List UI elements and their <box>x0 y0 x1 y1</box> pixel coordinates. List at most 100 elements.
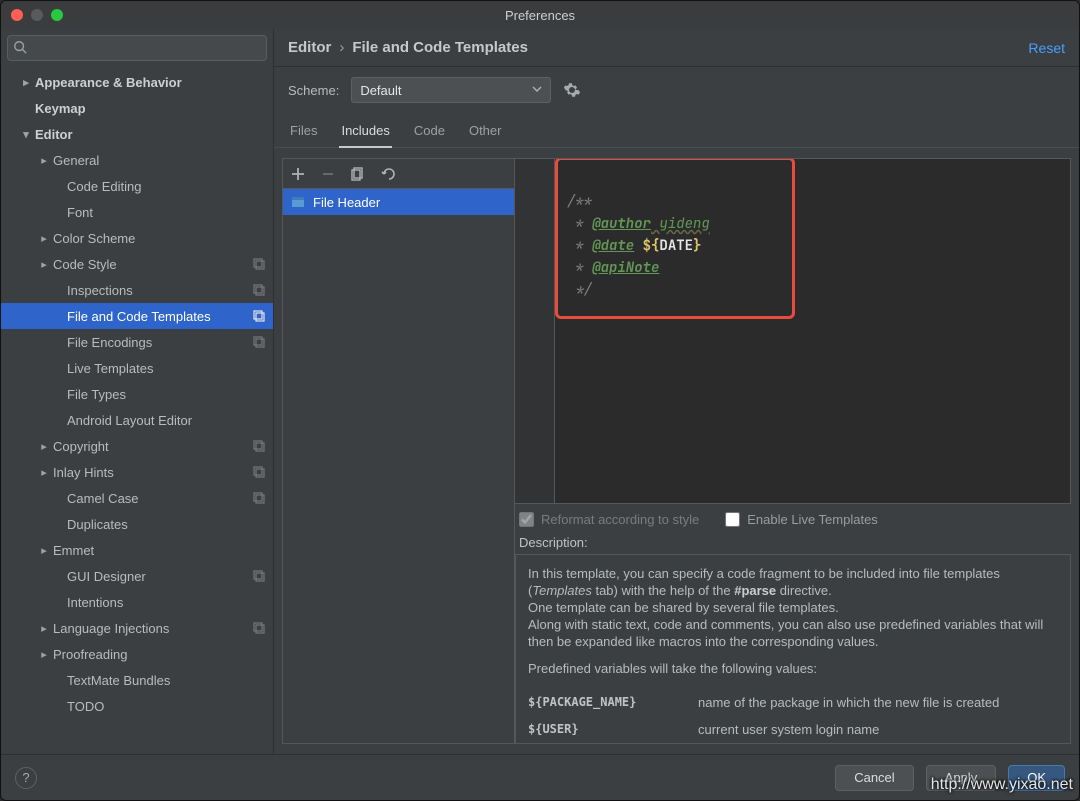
enable-live-checkbox[interactable]: Enable Live Templates <box>725 512 878 527</box>
sidebar-item-android-layout-editor[interactable]: Android Layout Editor <box>1 407 273 433</box>
scheme-indicator-icon <box>253 336 265 348</box>
description-label: Description: <box>515 535 1071 554</box>
search-icon <box>13 40 27 54</box>
sidebar-item-todo[interactable]: TODO <box>1 693 273 719</box>
scheme-value: Default <box>360 83 401 98</box>
sidebar-item-duplicates[interactable]: Duplicates <box>1 511 273 537</box>
enable-live-label: Enable Live Templates <box>747 512 878 527</box>
sidebar-item-inlay-hints[interactable]: ▸Inlay Hints <box>1 459 273 485</box>
settings-tree[interactable]: ▸Appearance & BehaviorKeymap▾Editor▸Gene… <box>1 65 273 754</box>
sidebar-item-gui-designer[interactable]: GUI Designer <box>1 563 273 589</box>
scheme-indicator-icon <box>253 570 265 582</box>
titlebar: Preferences <box>1 1 1079 29</box>
sidebar-item-label: Emmet <box>53 543 273 558</box>
editor-gutter <box>515 159 555 503</box>
sidebar-item-label: TODO <box>67 699 273 714</box>
sidebar-item-label: Live Templates <box>67 361 273 376</box>
sidebar-item-label: Editor <box>35 127 273 142</box>
sidebar-item-emmet[interactable]: ▸Emmet <box>1 537 273 563</box>
sidebar-item-camel-case[interactable]: Camel Case <box>1 485 273 511</box>
sidebar-item-appearance-behavior[interactable]: ▸Appearance & Behavior <box>1 69 273 95</box>
sidebar-item-label: Copyright <box>53 439 273 454</box>
sidebar-item-keymap[interactable]: Keymap <box>1 95 273 121</box>
sidebar-item-proofreading[interactable]: ▸Proofreading <box>1 641 273 667</box>
sidebar-item-live-templates[interactable]: Live Templates <box>1 355 273 381</box>
code-editor[interactable]: /** * @author yideng * @date ${DATE} * @… <box>515 158 1071 504</box>
variable-desc: current user system login name <box>698 721 1058 738</box>
dialog-footer: ? Cancel Apply OK <box>1 754 1079 800</box>
reset-link[interactable]: Reset <box>1028 40 1065 56</box>
chevron-right-icon: ▸ <box>37 622 51 635</box>
sidebar-item-label: Language Injections <box>53 621 273 636</box>
sidebar-item-language-injections[interactable]: ▸Language Injections <box>1 615 273 641</box>
variable-row: ${USER}current user system login name <box>528 716 1058 743</box>
sidebar-item-label: Proofreading <box>53 647 273 662</box>
variable-table: ${PACKAGE_NAME}name of the package in wh… <box>528 689 1058 744</box>
cancel-button[interactable]: Cancel <box>835 765 913 791</box>
sidebar-item-font[interactable]: Font <box>1 199 273 225</box>
sidebar-item-label: Color Scheme <box>53 231 273 246</box>
sidebar-item-textmate-bundles[interactable]: TextMate Bundles <box>1 667 273 693</box>
sidebar-item-label: Keymap <box>35 101 273 116</box>
chevron-right-icon: ▸ <box>37 466 51 479</box>
chevron-down-icon <box>532 84 542 94</box>
sidebar-item-color-scheme[interactable]: ▸Color Scheme <box>1 225 273 251</box>
variable-name: ${PACKAGE_NAME} <box>528 694 698 711</box>
search-field[interactable] <box>7 35 267 61</box>
description-box[interactable]: In this template, you can specify a code… <box>515 554 1071 744</box>
sidebar-item-label: Code Editing <box>67 179 273 194</box>
revert-icon[interactable] <box>381 167 399 181</box>
sidebar-item-general[interactable]: ▸General <box>1 147 273 173</box>
breadcrumb-page: File and Code Templates <box>352 39 528 56</box>
tab-includes[interactable]: Includes <box>339 119 391 148</box>
scheme-row: Scheme: Default <box>274 67 1079 109</box>
sidebar-item-label: GUI Designer <box>67 569 273 584</box>
sidebar-item-label: Font <box>67 205 273 220</box>
sidebar-item-copyright[interactable]: ▸Copyright <box>1 433 273 459</box>
templates-content: File Header /** * @author yideng * @date… <box>274 148 1079 754</box>
sidebar-item-file-and-code-templates[interactable]: File and Code Templates <box>1 303 273 329</box>
code-area[interactable]: /** * @author yideng * @date ${DATE} * @… <box>555 159 1070 503</box>
chevron-right-icon: ▸ <box>37 544 51 557</box>
sidebar-item-intentions[interactable]: Intentions <box>1 589 273 615</box>
sidebar-item-editor[interactable]: ▾Editor <box>1 121 273 147</box>
main-panel: Editor › File and Code Templates Reset S… <box>274 29 1079 754</box>
sidebar-item-label: TextMate Bundles <box>67 673 273 688</box>
sidebar-item-file-encodings[interactable]: File Encodings <box>1 329 273 355</box>
sidebar-item-label: Inlay Hints <box>53 465 273 480</box>
sidebar-item-label: Inspections <box>67 283 273 298</box>
template-list-panel: File Header <box>282 158 515 744</box>
scheme-label: Scheme: <box>288 83 339 98</box>
help-button[interactable]: ? <box>15 767 37 789</box>
chevron-right-icon: ▸ <box>37 154 51 167</box>
tab-other[interactable]: Other <box>467 119 504 147</box>
search-input[interactable] <box>7 35 267 61</box>
sidebar-item-code-style[interactable]: ▸Code Style <box>1 251 273 277</box>
scheme-indicator-icon <box>253 310 265 322</box>
editor-options: Reformat according to style Enable Live … <box>515 504 1071 535</box>
scheme-select[interactable]: Default <box>351 77 551 103</box>
sidebar-item-file-types[interactable]: File Types <box>1 381 273 407</box>
scheme-indicator-icon <box>253 622 265 634</box>
template-item-file-header[interactable]: File Header <box>283 189 514 215</box>
sidebar-item-label: Camel Case <box>67 491 273 506</box>
sidebar-item-label: Duplicates <box>67 517 273 532</box>
template-list[interactable]: File Header <box>283 189 514 743</box>
chevron-right-icon: ▸ <box>19 76 33 89</box>
sidebar-item-inspections[interactable]: Inspections <box>1 277 273 303</box>
template-tabs: Files Includes Code Other <box>274 109 1079 148</box>
window-title: Preferences <box>1 8 1079 23</box>
sidebar-item-label: Code Style <box>53 257 273 272</box>
variable-row: ${PACKAGE_NAME}name of the package in wh… <box>528 689 1058 716</box>
tab-files[interactable]: Files <box>288 119 319 147</box>
sidebar-item-label: General <box>53 153 273 168</box>
add-icon[interactable] <box>291 167 309 181</box>
template-editor-panel: /** * @author yideng * @date ${DATE} * @… <box>515 158 1071 744</box>
copy-icon[interactable] <box>351 167 369 181</box>
sidebar-item-code-editing[interactable]: Code Editing <box>1 173 273 199</box>
enable-live-checkbox-input[interactable] <box>725 512 740 527</box>
gear-icon[interactable] <box>563 81 581 99</box>
preferences-window: Preferences ▸Appearance & Behavior Keymap… <box>0 0 1080 801</box>
scheme-indicator-icon <box>253 258 265 270</box>
tab-code[interactable]: Code <box>412 119 447 147</box>
